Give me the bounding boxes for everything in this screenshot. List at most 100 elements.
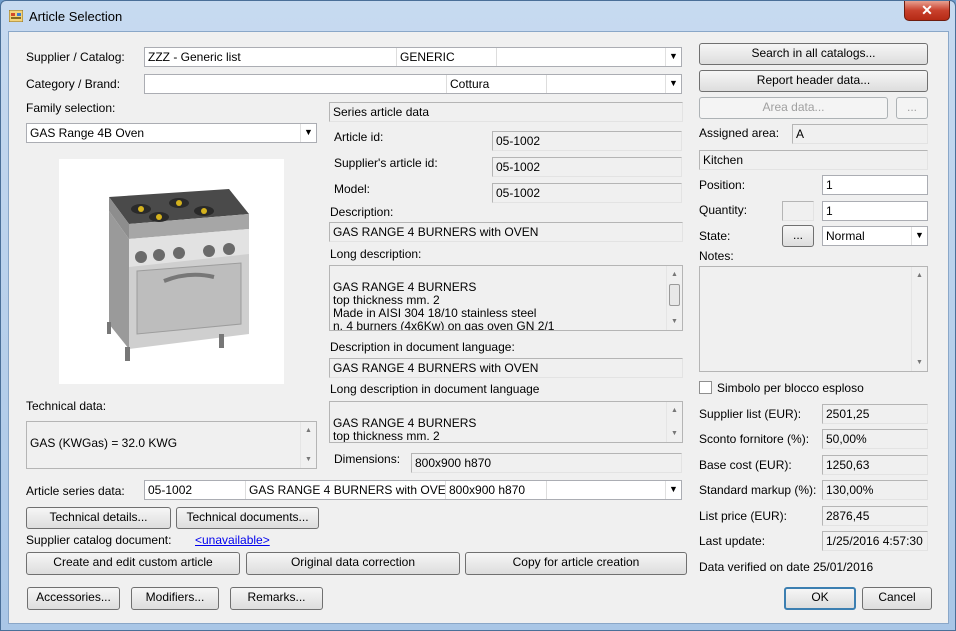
modifiers-button[interactable]: Modifiers... [131,587,219,610]
close-button[interactable]: ✕ [904,1,950,21]
scroll-up-icon[interactable]: ▲ [912,269,927,282]
supplier-list-label: Supplier list (EUR): [699,407,802,421]
original-data-correction-button[interactable]: Original data correction [246,552,460,575]
family-value: GAS Range 4B Oven [30,126,145,140]
supplier-doc-link[interactable]: <unavailable> [195,533,270,547]
ok-button[interactable]: OK [784,587,856,610]
supplier-name: ZZZ - Generic list [145,48,397,66]
last-update-label: Last update: [699,534,766,548]
description-field: GAS RANGE 4 BURNERS with OVEN [329,222,683,242]
supplier-doc-label: Supplier catalog document: [26,533,172,547]
title-bar: Article Selection ✕ [1,1,955,31]
long-description-value: GAS RANGE 4 BURNERS top thickness mm. 2 … [333,280,555,331]
long-description-scrollbar[interactable]: ▲ ▼ [666,266,682,330]
technical-details-button[interactable]: Technical details... [26,507,171,529]
article-id-label: Article id: [334,130,384,144]
area-browse-button[interactable]: ... [896,97,928,119]
last-update-field: 1/25/2016 4:57:30 P [822,531,928,551]
dimensions-label: Dimensions: [334,452,401,466]
chevron-down-icon[interactable]: ▼ [665,481,681,499]
create-custom-article-button[interactable]: Create and edit custom article [26,552,240,575]
area-name-field: Kitchen [699,150,928,170]
state-browse-button[interactable]: ... [782,225,814,247]
model-label: Model: [334,182,371,196]
data-verified-label: Data verified on date 25/01/2016 [699,560,874,574]
article-id-field: 05-1002 [492,131,682,151]
chevron-down-icon[interactable]: ▼ [665,48,681,66]
exploded-symbol-label: Simbolo per blocco esploso [717,381,864,395]
remarks-button[interactable]: Remarks... [230,587,323,610]
doc-long-description-text: GAS RANGE 4 BURNERS top thickness mm. 2 … [329,401,683,443]
window-title: Article Selection [29,9,123,24]
assigned-area-field: A [792,124,928,144]
technical-data-value: GAS (KWGas) = 32.0 KWG [30,436,178,450]
chevron-down-icon[interactable]: ▼ [300,124,316,142]
doc-description-field: GAS RANGE 4 BURNERS with OVEN [329,358,683,378]
notes-label: Notes: [699,249,734,263]
state-combo[interactable]: Normal ▼ [822,226,928,246]
dimensions-field: 800x900 h870 [411,453,682,473]
scroll-up-icon[interactable]: ▲ [301,424,316,437]
supplier-catalog-combo[interactable]: ZZZ - Generic list GENERIC ▼ [144,47,682,67]
description-label: Description: [330,205,394,219]
doc-long-description-value: GAS RANGE 4 BURNERS top thickness mm. 2 [333,416,477,443]
search-all-catalogs-button[interactable]: Search in all catalogs... [699,43,928,65]
doc-description-label: Description in document language: [330,340,515,354]
category-brand-combo[interactable]: Cottura ▼ [144,74,682,94]
position-input[interactable]: 1 [822,175,928,195]
series-header: Series article data [329,102,683,122]
family-selection-combo[interactable]: GAS Range 4B Oven ▼ [26,123,317,143]
quantity-unit-field [782,201,814,221]
supplier-code: GENERIC [397,48,497,66]
scroll-up-icon[interactable]: ▲ [667,268,682,281]
base-cost-label: Base cost (EUR): [699,458,792,472]
cancel-button[interactable]: Cancel [862,587,932,610]
quantity-input[interactable]: 1 [822,201,928,221]
supplier-article-id-label: Supplier's article id: [334,156,438,170]
long-description-label: Long description: [330,247,422,261]
area-data-button[interactable]: Area data... [699,97,888,119]
chevron-down-icon[interactable]: ▼ [665,75,681,93]
doc-long-description-scrollbar[interactable]: ▲ ▼ [666,402,682,442]
article-series-combo[interactable]: 05-1002 GAS RANGE 4 BURNERS with OVEN 80… [144,480,682,500]
supplier-label: Supplier / Catalog: [26,50,125,64]
family-label: Family selection: [26,101,116,115]
assigned-area-label: Assigned area: [699,126,780,140]
markup-field: 130,00% [822,480,928,500]
supplier-article-id-field: 05-1002 [492,157,682,177]
notes-scrollbar[interactable]: ▲ ▼ [911,267,927,371]
article-selection-window: Article Selection ✕ Supplier / Catalog: … [0,0,956,631]
technical-data-scrollbar[interactable]: ▲ ▼ [300,422,316,468]
long-description-text: GAS RANGE 4 BURNERS top thickness mm. 2 … [329,265,683,331]
scroll-down-icon[interactable]: ▼ [912,356,927,369]
article-image [59,159,284,384]
report-header-data-button[interactable]: Report header data... [699,70,928,92]
list-price-label: List price (EUR): [699,509,788,523]
scroll-up-icon[interactable]: ▲ [667,404,682,417]
category-value: Cottura [447,75,547,93]
accessories-button[interactable]: Accessories... [27,587,120,610]
discount-field: 50,00% [822,429,928,449]
dialog-client-area: Supplier / Catalog: ZZZ - Generic list G… [8,31,949,624]
technical-documents-button[interactable]: Technical documents... [176,507,319,529]
scroll-down-icon[interactable]: ▼ [667,427,682,440]
app-icon [9,10,23,22]
doc-long-description-label: Long description in document language [330,382,540,396]
copy-for-article-creation-button[interactable]: Copy for article creation [465,552,687,575]
article-series-dimensions: 800x900 h870 [446,481,547,499]
position-label: Position: [699,178,746,192]
category-empty-segment [145,75,447,93]
scroll-thumb[interactable] [669,284,680,306]
quantity-label: Quantity: [699,203,748,217]
technical-data-label: Technical data: [26,399,107,413]
notes-text[interactable]: ▲ ▼ [699,266,928,372]
technical-data-text: GAS (KWGas) = 32.0 KWG ▲ ▼ [26,421,317,469]
scroll-down-icon[interactable]: ▼ [301,453,316,466]
scroll-down-icon[interactable]: ▼ [667,315,682,328]
state-label: State: [699,229,731,243]
chevron-down-icon[interactable]: ▼ [911,227,927,245]
article-series-id: 05-1002 [145,481,246,499]
supplier-list-field: 2501,25 [822,404,928,424]
exploded-symbol-checkbox[interactable] [699,381,712,394]
category-label: Category / Brand: [26,77,121,91]
